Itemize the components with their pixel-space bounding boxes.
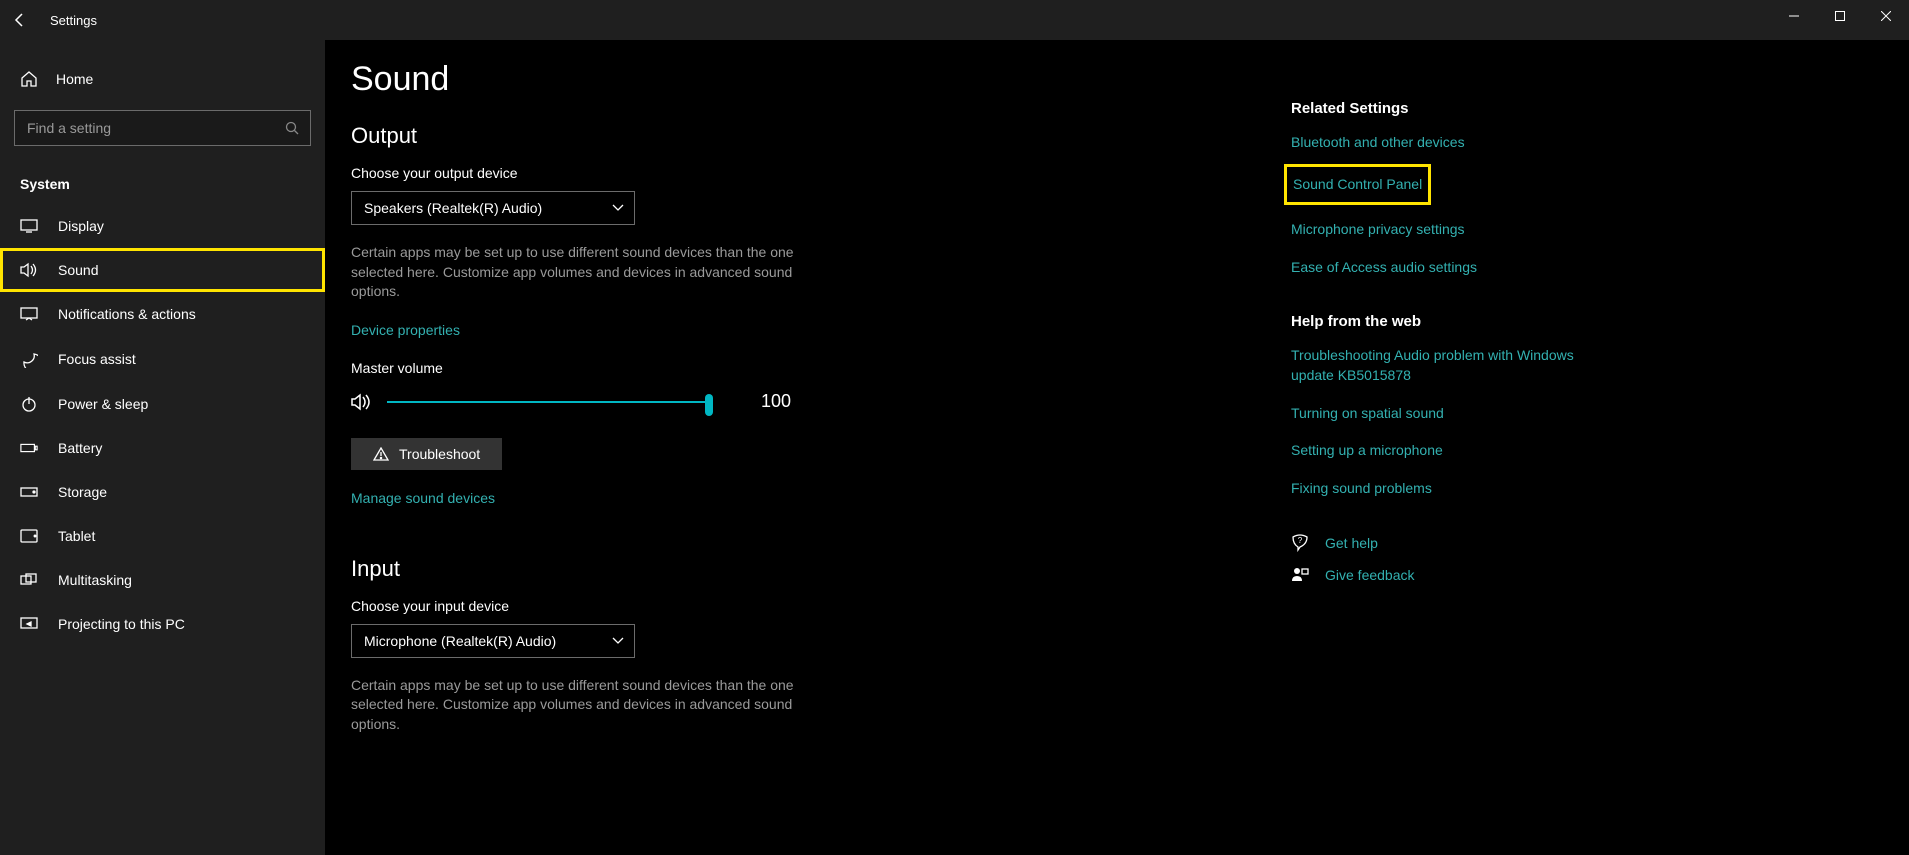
home-button[interactable]: Home xyxy=(0,60,325,98)
input-device-select[interactable]: Microphone (Realtek(R) Audio) xyxy=(351,624,635,658)
chevron-down-icon xyxy=(612,637,624,645)
minimize-button[interactable] xyxy=(1771,0,1817,32)
sidebar-item-tablet[interactable]: Tablet xyxy=(0,514,325,558)
focus-assist-icon xyxy=(20,350,38,368)
sidebar-item-label: Projecting to this PC xyxy=(58,616,185,632)
help-mic-link[interactable]: Setting up a microphone xyxy=(1291,441,1591,461)
sidebar-item-storage[interactable]: Storage xyxy=(0,470,325,514)
sidebar-item-power-sleep[interactable]: Power & sleep xyxy=(0,382,325,426)
back-button[interactable] xyxy=(0,12,40,28)
content: Sound Output Choose your output device S… xyxy=(325,40,1909,855)
maximize-button[interactable] xyxy=(1817,0,1863,32)
sidebar-item-label: Sound xyxy=(58,262,98,278)
slider-thumb[interactable] xyxy=(705,394,713,416)
sidebar-item-notifications[interactable]: Notifications & actions xyxy=(0,292,325,336)
sidebar-item-multitasking[interactable]: Multitasking xyxy=(0,558,325,602)
warning-icon xyxy=(373,447,389,461)
home-label: Home xyxy=(56,71,93,87)
display-icon xyxy=(20,219,38,233)
sound-control-panel-link[interactable]: Sound Control Panel xyxy=(1291,171,1424,199)
volume-value: 100 xyxy=(761,391,791,412)
category-label: System xyxy=(0,164,325,204)
volume-icon[interactable] xyxy=(351,392,373,412)
sidebar-item-sound[interactable]: Sound xyxy=(0,248,325,292)
sidebar-item-display[interactable]: Display xyxy=(0,204,325,248)
help-kb-link[interactable]: Troubleshooting Audio problem with Windo… xyxy=(1291,346,1591,385)
input-device-label: Choose your input device xyxy=(351,598,1291,614)
output-device-label: Choose your output device xyxy=(351,165,1291,181)
device-properties-link[interactable]: Device properties xyxy=(351,322,460,338)
sound-icon xyxy=(20,262,38,278)
notifications-icon xyxy=(20,307,38,321)
sidebar-item-label: Multitasking xyxy=(58,572,132,588)
input-device-value: Microphone (Realtek(R) Audio) xyxy=(364,633,556,649)
sidebar-item-focus-assist[interactable]: Focus assist xyxy=(0,336,325,382)
related-settings-heading: Related Settings xyxy=(1291,100,1591,117)
right-rail: Related Settings Bluetooth and other dev… xyxy=(1291,60,1591,855)
troubleshoot-label: Troubleshoot xyxy=(399,446,480,462)
window-title: Settings xyxy=(50,13,97,28)
help-fix-link[interactable]: Fixing sound problems xyxy=(1291,479,1591,499)
sidebar: Home System Display Sound Notifications … xyxy=(0,40,325,855)
ease-of-access-link[interactable]: Ease of Access audio settings xyxy=(1291,258,1591,278)
power-sleep-icon xyxy=(20,396,38,412)
input-heading: Input xyxy=(351,556,1291,582)
sidebar-item-battery[interactable]: Battery xyxy=(0,426,325,470)
search-input[interactable] xyxy=(14,110,311,146)
titlebar: Settings xyxy=(0,0,1909,40)
output-heading: Output xyxy=(351,123,1291,149)
help-heading: Help from the web xyxy=(1291,313,1591,330)
give-feedback-action[interactable]: Give feedback xyxy=(1291,566,1591,584)
page-title: Sound xyxy=(351,60,1291,99)
help-icon: ? xyxy=(1291,534,1309,552)
output-description: Certain apps may be set up to use differ… xyxy=(351,243,811,302)
chevron-down-icon xyxy=(612,204,624,212)
sidebar-item-label: Storage xyxy=(58,484,107,500)
sidebar-item-label: Battery xyxy=(58,440,102,456)
sidebar-item-label: Power & sleep xyxy=(58,396,148,412)
storage-icon xyxy=(20,487,38,497)
get-help-action[interactable]: ? Get help xyxy=(1291,534,1591,552)
master-volume-label: Master volume xyxy=(351,360,1291,376)
sidebar-item-projecting[interactable]: Projecting to this PC xyxy=(0,602,325,646)
feedback-icon xyxy=(1291,566,1309,584)
home-icon xyxy=(20,70,38,88)
sidebar-item-label: Display xyxy=(58,218,104,234)
volume-slider[interactable] xyxy=(387,390,707,414)
get-help-label: Get help xyxy=(1325,535,1378,551)
multitasking-icon xyxy=(20,573,38,587)
tablet-icon xyxy=(20,529,38,543)
sidebar-item-label: Tablet xyxy=(58,528,95,544)
mic-privacy-link[interactable]: Microphone privacy settings xyxy=(1291,220,1591,240)
sidebar-item-label: Notifications & actions xyxy=(58,306,196,322)
troubleshoot-button[interactable]: Troubleshoot xyxy=(351,438,502,470)
sidebar-item-label: Focus assist xyxy=(58,351,136,367)
help-spatial-link[interactable]: Turning on spatial sound xyxy=(1291,404,1591,424)
bluetooth-link[interactable]: Bluetooth and other devices xyxy=(1291,133,1591,153)
projecting-icon xyxy=(20,617,38,631)
svg-text:?: ? xyxy=(1298,536,1303,545)
manage-sound-devices-link[interactable]: Manage sound devices xyxy=(351,490,495,506)
input-description: Certain apps may be set up to use differ… xyxy=(351,676,811,735)
output-device-select[interactable]: Speakers (Realtek(R) Audio) xyxy=(351,191,635,225)
output-device-value: Speakers (Realtek(R) Audio) xyxy=(364,200,542,216)
slider-track xyxy=(387,401,707,403)
give-feedback-label: Give feedback xyxy=(1325,567,1415,583)
battery-icon xyxy=(20,442,38,454)
close-button[interactable] xyxy=(1863,0,1909,32)
search-wrapper xyxy=(14,110,311,146)
